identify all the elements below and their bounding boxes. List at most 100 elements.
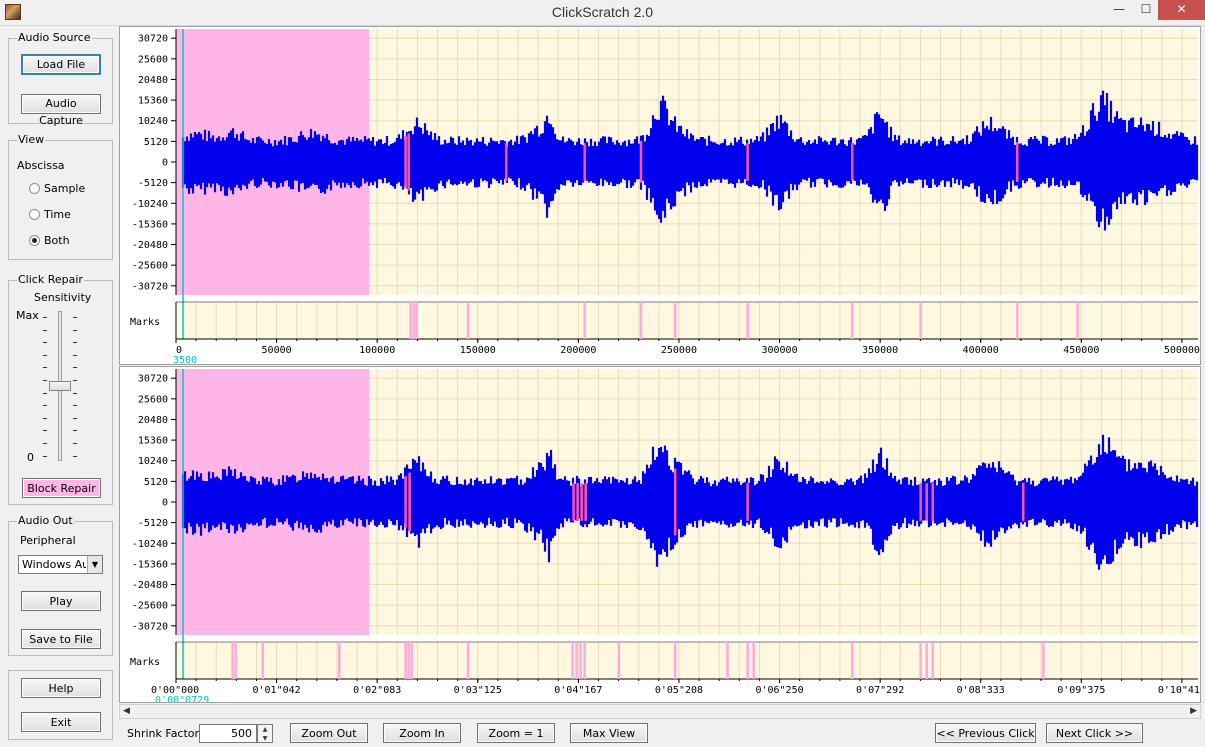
y-tick-label: 15360: [138, 96, 168, 107]
radio-both[interactable]: [29, 235, 40, 246]
y-tick-label: 25600: [138, 54, 168, 65]
y-tick-label: -20480: [132, 240, 168, 251]
x-tick-label: 0'01"042: [253, 685, 301, 696]
slider-tick: [43, 317, 47, 318]
channel-1-plot[interactable]: 30720 25600 20480 15360 10240 5120 0 -5120 -1024…: [120, 27, 1200, 366]
repair-highlight: [1015, 142, 1019, 182]
click-mark: [579, 642, 582, 679]
maximize-button[interactable]: ☐: [1131, 0, 1161, 20]
slider-tick: [73, 367, 77, 369]
repair-highlight: [746, 143, 749, 181]
previous-click-button[interactable]: << Previous Click: [935, 723, 1036, 743]
y-tick-label: -10240: [132, 199, 168, 210]
device-select[interactable]: Windows Auc ▼: [18, 555, 103, 574]
repair-highlight: [919, 483, 922, 521]
zoom-in-button[interactable]: Zoom In: [383, 723, 461, 743]
spin-up-icon[interactable]: ▲: [258, 725, 272, 734]
click-mark: [746, 302, 749, 339]
click-mark: [261, 642, 265, 679]
repair-highlight: [572, 483, 575, 521]
max-view-button[interactable]: Max View: [570, 723, 648, 743]
slider-tick: [73, 380, 77, 381]
chevron-down-icon[interactable]: ▼: [87, 556, 102, 573]
close-button[interactable]: ✕: [1158, 0, 1205, 20]
help-button[interactable]: Help: [21, 678, 101, 698]
click-mark: [925, 642, 928, 679]
play-button[interactable]: Play: [21, 591, 101, 611]
y-tick-label: -5120: [138, 518, 168, 529]
slider-tick: [43, 392, 47, 394]
click-mark: [639, 302, 643, 339]
horizontal-scrollbar[interactable]: ◀ ▶: [119, 704, 1201, 719]
misc-group: Help Exit: [8, 670, 113, 740]
audio-source-legend: Audio Source: [17, 31, 92, 44]
x-tick-label: 400000: [963, 345, 999, 356]
click-mark: [412, 302, 415, 339]
window-title: ClickScratch 2.0: [551, 4, 654, 20]
x-tick-label: 0'02"083: [353, 685, 401, 696]
spin-down-icon[interactable]: ▼: [258, 734, 272, 743]
click-mark: [919, 642, 922, 679]
shrink-factor-label: Shrink Factor: [127, 727, 200, 740]
save-to-file-button[interactable]: Save to File: [21, 629, 101, 649]
peripheral-label: Peripheral: [20, 534, 76, 547]
y-tick-label: 20480: [138, 75, 168, 86]
y-tick-label: -30720: [132, 281, 168, 292]
audio-capture-button[interactable]: Audio Capture: [21, 94, 101, 127]
slider-tick: [43, 380, 47, 381]
y-tick-label: 10240: [138, 116, 168, 127]
slider-tick: [73, 354, 77, 356]
channel-2-plot[interactable]: 30720 25600 20480 15360 10240 5120 0 -5120 -1024…: [120, 367, 1205, 706]
repair-highlight: [850, 143, 854, 181]
x-tick-label: 350000: [862, 345, 898, 356]
click-mark: [617, 642, 621, 679]
repair-highlight: [931, 483, 934, 521]
slider-tick: [43, 342, 47, 344]
exit-button[interactable]: Exit: [21, 712, 101, 732]
y-tick-label: -30720: [132, 621, 168, 632]
x-tick-label: 250000: [661, 345, 697, 356]
repair-highlight: [580, 483, 583, 521]
sensitivity-slider-thumb[interactable]: [49, 381, 71, 392]
x-tick-label: 150000: [460, 345, 496, 356]
y-tick-label: 25600: [138, 394, 168, 405]
y-tick-label: -15360: [132, 219, 168, 230]
max-label: Max: [16, 309, 39, 322]
load-file-button[interactable]: Load File: [21, 54, 101, 75]
y-tick-label: -20480: [132, 580, 168, 591]
slider-tick: [43, 430, 47, 432]
click-mark: [231, 642, 234, 679]
y-tick-label: -25600: [132, 601, 168, 612]
zoom-out-button[interactable]: Zoom Out: [290, 723, 368, 743]
shrink-factor-input[interactable]: [199, 724, 257, 743]
repair-highlight: [404, 136, 407, 188]
audio-source-group: Audio Source Load File Audio Capture: [8, 31, 113, 127]
scroll-left-icon[interactable]: ◀: [123, 706, 130, 716]
marks-area: [176, 302, 1198, 339]
radio-time[interactable]: [29, 209, 40, 220]
marks-label: Marks: [130, 317, 160, 328]
slider-tick: [73, 329, 77, 331]
next-click-button[interactable]: Next Click >>: [1046, 723, 1143, 743]
click-mark: [919, 302, 922, 339]
click-mark: [850, 302, 854, 339]
radio-sample[interactable]: [29, 183, 40, 194]
click-mark: [1042, 642, 1045, 679]
repair-highlight: [746, 483, 749, 521]
min-label: 0: [27, 451, 34, 464]
repair-highlight: [404, 476, 407, 528]
slider-tick: [73, 430, 77, 432]
click-mark: [407, 642, 410, 679]
slider-tick: [73, 405, 77, 407]
zoom-reset-button[interactable]: Zoom = 1: [477, 723, 555, 743]
click-mark: [466, 302, 470, 339]
minimize-button[interactable]: —: [1104, 0, 1134, 20]
click-mark: [466, 642, 470, 679]
radio-time-label: Time: [44, 208, 71, 221]
block-repair-button[interactable]: Block Repair: [22, 478, 101, 498]
x-tick-label: 0'09"375: [1057, 685, 1105, 696]
click-mark: [752, 642, 755, 679]
scroll-right-icon[interactable]: ▶: [1190, 706, 1197, 716]
shrink-factor-spinner[interactable]: ▲ ▼: [257, 724, 273, 743]
click-mark: [575, 642, 578, 679]
